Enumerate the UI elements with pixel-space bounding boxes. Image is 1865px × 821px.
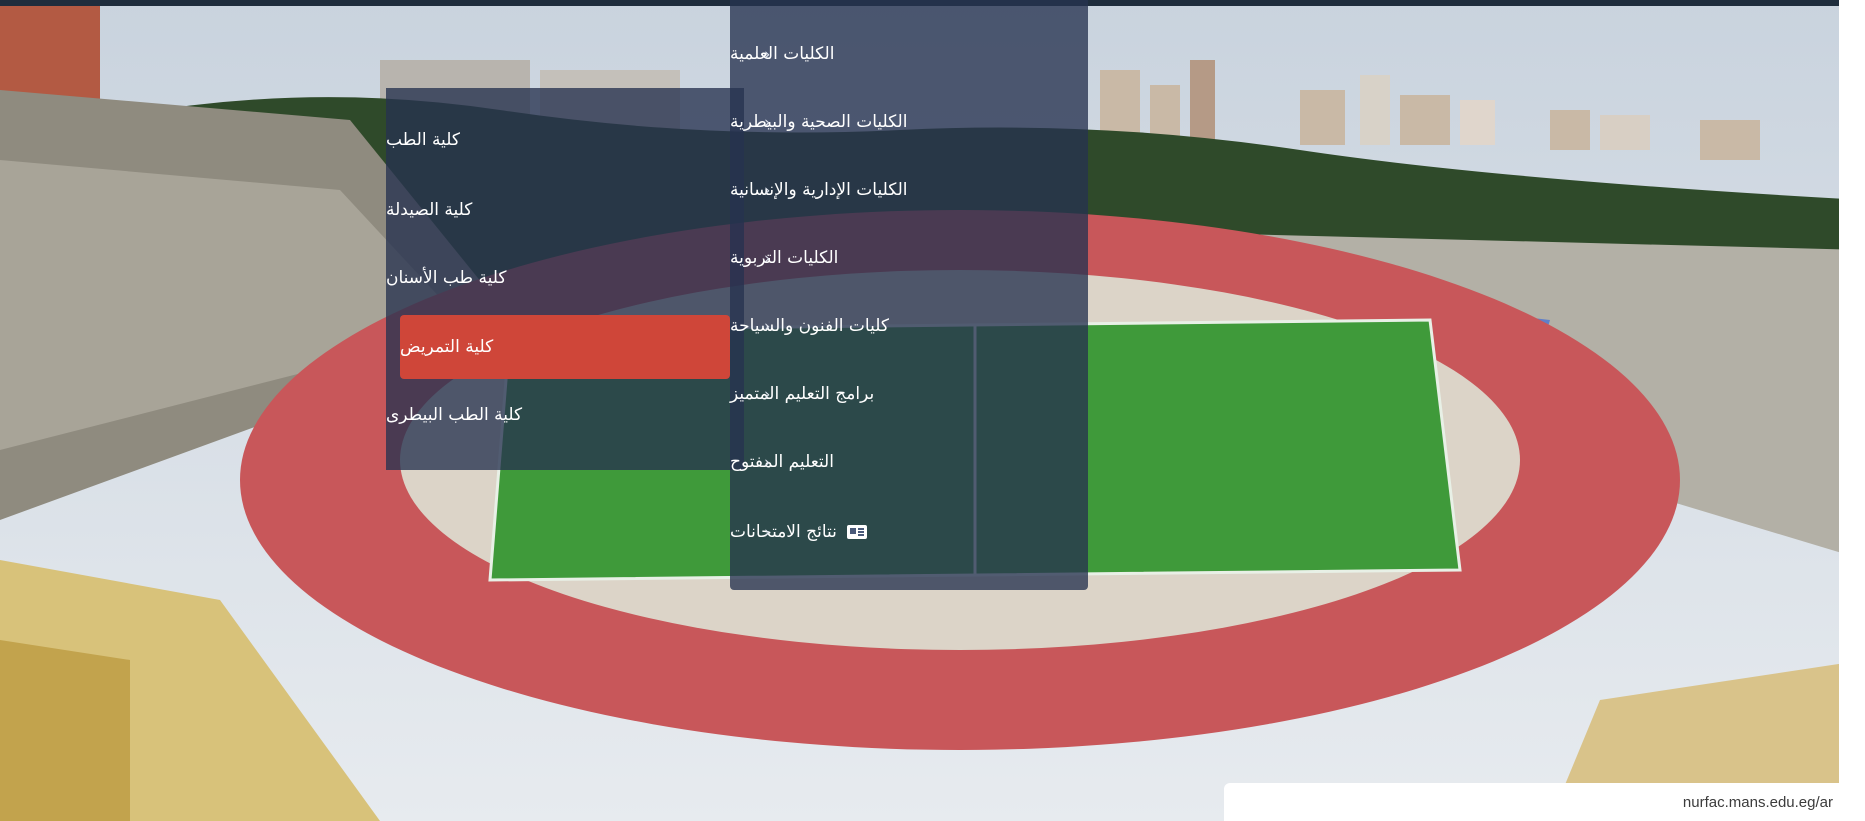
menu-item-exam-results[interactable]: ‹ نتائج الامتحانات (730, 512, 1088, 552)
menu-item-health-colleges[interactable]: ‹ الكليات الصحية والبيطرية (730, 102, 1088, 142)
submenu-health-colleges: كلية الطب كلية الصيدلة كلية طب الأسنان ك… (386, 88, 744, 470)
submenu-item-medicine[interactable]: كلية الطب (386, 120, 744, 160)
submenu-item-label: كلية الطب (386, 130, 460, 150)
chevron-left-icon: ‹ (764, 452, 771, 472)
submenu-item-label: كلية الطب البيطرى (386, 405, 523, 425)
menu-item-label: الكليات الإدارية والإنسانية (730, 180, 908, 200)
chevron-left-icon: ‹ (764, 522, 771, 542)
status-url-text: nurfac.mans.edu.eg/ar (1682, 793, 1833, 811)
menu-item-label: التعليم المفتوح (730, 452, 834, 472)
status-bar-url: nurfac.mans.edu.eg/ar (1224, 783, 1839, 821)
menu-item-distinguished-programs[interactable]: ‹ برامج التعليم المتميز (730, 374, 1088, 414)
chevron-left-icon: ‹ (764, 180, 771, 200)
menu-item-label: الكليات العلمية (730, 44, 835, 64)
submenu-item-dentistry[interactable]: كلية طب الأسنان (386, 258, 744, 298)
menu-item-administrative-colleges[interactable]: ‹ الكليات الإدارية والإنسانية (730, 170, 1088, 210)
submenu-item-label: كلية طب الأسنان (386, 268, 507, 288)
colleges-mega-menu: ‹ الكليات العلمية ‹ الكليات الصحية والبي… (730, 0, 1088, 590)
chevron-left-icon: ‹ (764, 384, 771, 404)
chevron-left-icon: ‹ (764, 44, 771, 64)
submenu-item-pharmacy[interactable]: كلية الصيدلة (386, 190, 744, 230)
submenu-item-nursing[interactable]: كلية التمريض (400, 315, 730, 379)
menu-item-label: برامج التعليم المتميز (730, 384, 875, 404)
menu-item-scientific-colleges[interactable]: ‹ الكليات العلمية (730, 34, 1088, 74)
menu-item-label: الكليات الصحية والبيطرية (730, 112, 908, 132)
menu-item-label: الكليات التربوية (730, 248, 839, 268)
chevron-left-icon: ‹ (764, 316, 771, 336)
menu-item-label: نتائج الامتحانات (730, 522, 837, 542)
menu-item-arts-tourism-colleges[interactable]: ‹ كليات الفنون والسياحة (730, 306, 1088, 346)
submenu-item-label: كلية التمريض (400, 337, 494, 357)
menu-item-open-education[interactable]: ‹ التعليم المفتوح (730, 442, 1088, 482)
submenu-item-veterinary[interactable]: كلية الطب البيطرى (386, 395, 744, 435)
menu-item-education-colleges[interactable]: ‹ الكليات التربوية (730, 238, 1088, 278)
submenu-item-label: كلية الصيدلة (386, 200, 473, 220)
chevron-left-icon: ‹ (764, 112, 771, 132)
chevron-left-icon: ‹ (764, 248, 771, 268)
menu-item-label: كليات الفنون والسياحة (730, 316, 889, 336)
newspaper-icon (846, 525, 867, 539)
page-right-margin (1839, 0, 1865, 821)
